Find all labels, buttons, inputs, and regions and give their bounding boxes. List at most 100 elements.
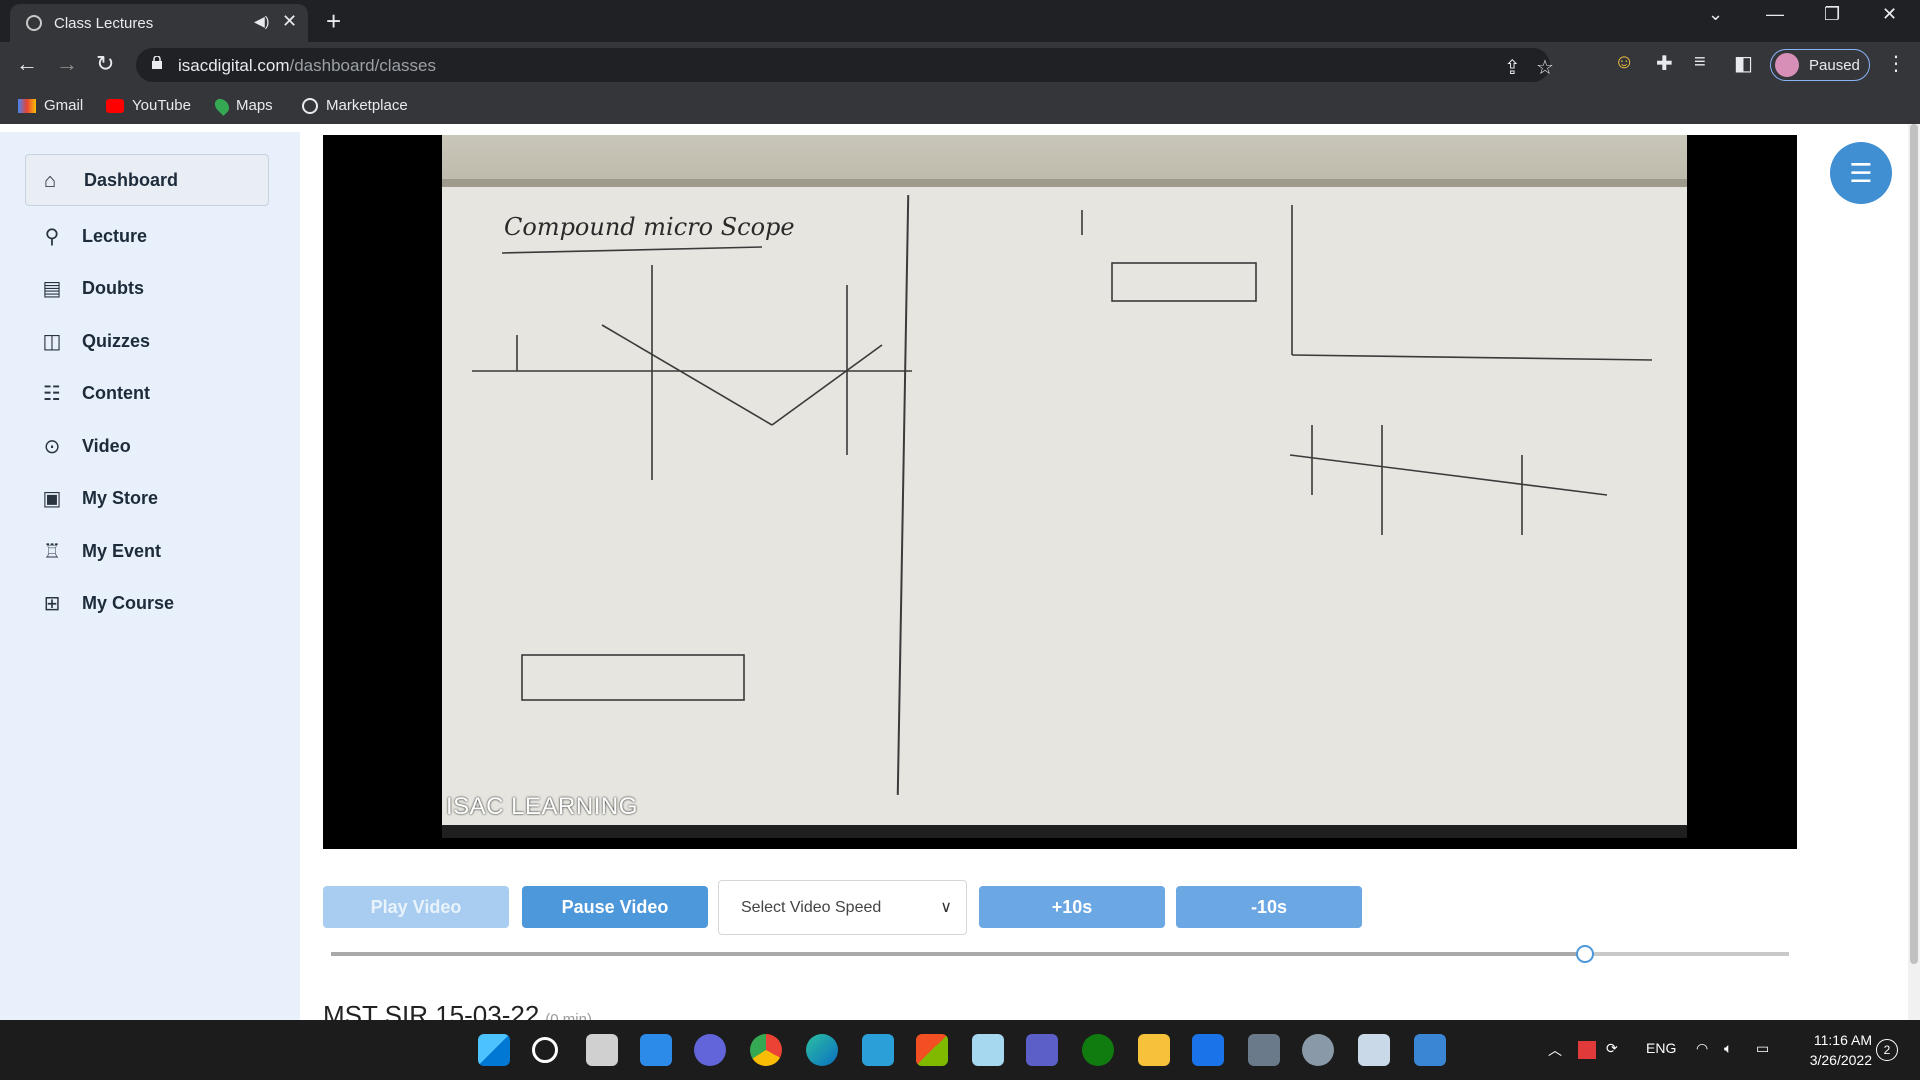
video-player[interactable]: Compound micro Scope ISAC LEARNING: [323, 135, 1797, 849]
widgets-icon[interactable]: [640, 1034, 672, 1066]
chrome-icon[interactable]: [750, 1034, 782, 1066]
sidebar-item-label: Video: [82, 435, 131, 456]
search-icon[interactable]: [532, 1037, 558, 1063]
globe-icon: [26, 15, 42, 31]
kebab-menu-icon[interactable]: ⋮: [1886, 51, 1906, 76]
address-bar[interactable]: isacdigital.com/dashboard/classes ⇪ ☆: [136, 48, 1554, 82]
tab-title: Class Lectures: [54, 15, 154, 32]
desktop-icon[interactable]: [862, 1034, 894, 1066]
puzzle-icon[interactable]: ✚: [1656, 51, 1673, 76]
settings-gear-icon[interactable]: [1302, 1034, 1334, 1066]
document-icon: ▤: [42, 277, 62, 300]
hamburger-icon: ☰: [1849, 158, 1873, 188]
bookmark-label: YouTube: [132, 97, 191, 114]
sidebar-item-quizzes[interactable]: ◫ Quizzes: [40, 325, 150, 357]
task-view-icon[interactable]: [586, 1034, 618, 1066]
media-queue-icon[interactable]: ≡: [1694, 51, 1706, 74]
mail-icon[interactable]: [1192, 1034, 1224, 1066]
wifi-icon[interactable]: ◠: [1696, 1040, 1708, 1057]
rewind-10s-button[interactable]: -10s: [1176, 886, 1362, 928]
play-circle-icon: ⊙: [43, 435, 61, 458]
home-icon: ⌂: [44, 170, 57, 192]
photos-icon[interactable]: [1414, 1034, 1446, 1066]
store-app-icon[interactable]: [916, 1034, 948, 1066]
sidebar-item-my-store[interactable]: ▣ My Store: [40, 482, 158, 514]
page-scrollbar[interactable]: [1908, 124, 1920, 1020]
sidebar-item-my-course[interactable]: ⊞ My Course: [40, 587, 174, 619]
side-panel-icon[interactable]: ◧: [1734, 51, 1753, 76]
battery-icon[interactable]: ▭: [1756, 1040, 1769, 1057]
bookmark-label: Marketplace: [326, 97, 408, 114]
sidebar-item-label: Doubts: [82, 277, 144, 298]
play-video-button[interactable]: Play Video: [323, 886, 509, 928]
profile-button[interactable]: Paused: [1770, 49, 1870, 81]
chart-app-icon[interactable]: [1358, 1034, 1390, 1066]
profile-status: Paused: [1809, 57, 1860, 74]
xbox-icon[interactable]: [1082, 1034, 1114, 1066]
video-watermark: ISAC LEARNING: [446, 793, 638, 820]
edge-icon[interactable]: [806, 1034, 838, 1066]
minimize-icon[interactable]: —: [1766, 4, 1784, 25]
tray-app-icon[interactable]: [1578, 1041, 1596, 1059]
video-speed-select[interactable]: Select Video Speed ∨: [718, 880, 967, 935]
forward-10s-button[interactable]: +10s: [979, 886, 1165, 928]
language-indicator[interactable]: ENG: [1646, 1040, 1676, 1056]
sidebar-item-label: Quizzes: [82, 330, 151, 351]
browser-toolbar: ← → ↻ isacdigital.com/dashboard/classes …: [0, 42, 1920, 88]
scrollbar-thumb[interactable]: [1910, 124, 1918, 964]
system-clock[interactable]: 11:16 AM 3/26/2022: [1782, 1030, 1872, 1070]
star-icon[interactable]: ☆: [1536, 55, 1554, 80]
forward-arrow-icon[interactable]: →: [56, 51, 78, 77]
chat-icon[interactable]: [694, 1034, 726, 1066]
sidebar-item-label: My Course: [82, 592, 175, 613]
window-close-icon[interactable]: ✕: [1882, 4, 1897, 25]
sidebar-item-doubts[interactable]: ▤ Doubts: [40, 272, 144, 304]
grid-icon: ⊞: [43, 592, 61, 615]
sync-icon[interactable]: ⟳: [1606, 1040, 1618, 1057]
windows-taskbar: ︿ ⟳ ENG ◠ 🔈︎ ▭ 11:16 AM 3/26/2022 2: [0, 1020, 1920, 1080]
restore-icon[interactable]: ❐: [1824, 4, 1840, 25]
sidebar-item-video[interactable]: ⊙ Video: [40, 430, 131, 462]
bookmark-gmail[interactable]: Gmail: [18, 97, 83, 114]
sidebar-item-lecture[interactable]: ⚲ Lecture: [40, 220, 147, 252]
bookmarks-bar: Gmail YouTube Maps Marketplace: [0, 88, 1920, 124]
menu-button[interactable]: ☰: [1830, 142, 1892, 204]
bookmark-maps[interactable]: Maps: [212, 95, 273, 116]
speaker-icon[interactable]: ◀): [254, 13, 269, 30]
url-host: isacdigital.com: [178, 56, 290, 75]
share-icon[interactable]: ⇪: [1504, 55, 1521, 80]
chevron-up-icon[interactable]: ︿: [1548, 1040, 1562, 1060]
maps-pin-icon: [212, 95, 232, 116]
sidebar-item-dashboard[interactable]: ⌂ Dashboard: [25, 154, 269, 206]
avatar: [1775, 53, 1799, 77]
trophy-icon: ♖: [43, 540, 61, 563]
page-content: ⌂ Dashboard ⚲ Lecture ▤ Doubts ◫ Quizzes…: [0, 124, 1920, 1030]
video-progress-slider[interactable]: [331, 945, 1789, 963]
browser-tab[interactable]: Class Lectures ◀) ✕: [10, 4, 308, 42]
camera-icon[interactable]: [1248, 1034, 1280, 1066]
back-arrow-icon[interactable]: ←: [16, 51, 38, 77]
teams-icon[interactable]: [1026, 1034, 1058, 1066]
clock-date: 3/26/2022: [1809, 1052, 1872, 1068]
close-tab-icon[interactable]: ✕: [282, 11, 297, 32]
bookmark-marketplace[interactable]: Marketplace: [302, 97, 408, 114]
emoji-extension-icon[interactable]: ☺: [1614, 51, 1634, 74]
tab-search-icon[interactable]: ⌄: [1708, 4, 1723, 25]
speed-select-label: Select Video Speed: [741, 899, 882, 916]
pause-video-button[interactable]: Pause Video: [522, 886, 708, 928]
sidebar-item-my-event[interactable]: ♖ My Event: [40, 535, 161, 567]
youtube-icon: [106, 98, 124, 113]
new-tab-button[interactable]: +: [326, 6, 341, 37]
sidebar-item-label: Dashboard: [84, 170, 179, 190]
windows-start-icon[interactable]: [478, 1034, 510, 1066]
progress-thumb[interactable]: [1575, 945, 1594, 963]
reload-icon[interactable]: ↻: [96, 51, 114, 77]
file-explorer-icon[interactable]: [1138, 1034, 1170, 1066]
photos-app-icon[interactable]: [972, 1034, 1004, 1066]
notification-badge[interactable]: 2: [1876, 1039, 1898, 1061]
sidebar-item-content[interactable]: ☷ Content: [40, 377, 150, 409]
sidebar-item-label: My Store: [82, 487, 159, 508]
bookmark-youtube[interactable]: YouTube: [106, 97, 191, 114]
volume-icon[interactable]: 🔈︎: [1724, 1040, 1732, 1057]
sidebar-item-label: Content: [82, 382, 150, 403]
